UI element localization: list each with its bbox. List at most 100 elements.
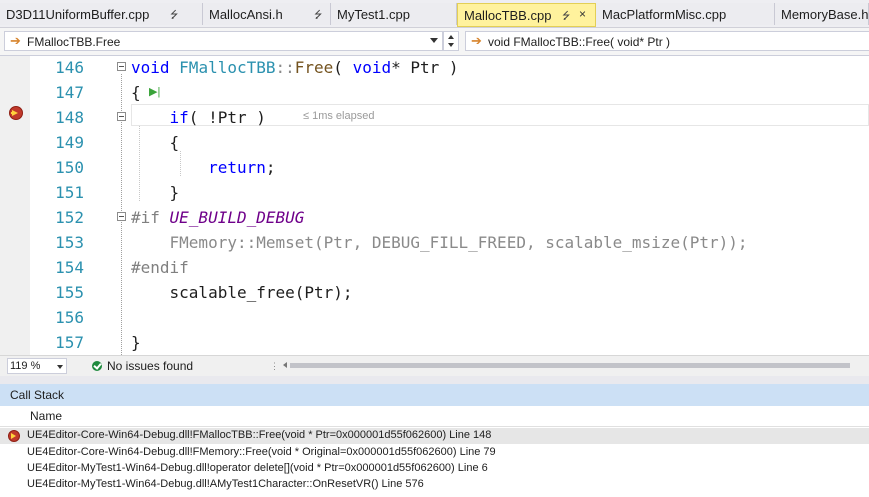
- code-text: void FMallocTBB::Free( void* Ptr ): [131, 58, 459, 77]
- code-line[interactable]: 148 if( !Ptr ): [0, 106, 869, 131]
- code-line[interactable]: 155 scalable_free(Ptr);: [0, 281, 869, 306]
- line-number: 150: [55, 158, 84, 177]
- code-line[interactable]: 146 void FMallocTBB::Free( void* Ptr ): [0, 56, 869, 81]
- stack-frame-row[interactable]: UE4Editor-MyTest1-Win64-Debug.dll!AMyTes…: [0, 477, 869, 493]
- line-number: 157: [55, 333, 84, 352]
- code-token: ::: [275, 58, 295, 77]
- code-token: {: [131, 133, 180, 152]
- scope-dropdown[interactable]: ➔ FMallocTBB.Free: [4, 31, 443, 51]
- collapse-icon[interactable]: [117, 212, 126, 221]
- code-token: {: [131, 83, 141, 102]
- pin-icon[interactable]: ⭍: [170, 8, 178, 25]
- code-token: Free: [294, 58, 334, 77]
- close-icon[interactable]: ×: [579, 7, 586, 21]
- code-line[interactable]: 149 {: [0, 131, 869, 156]
- stack-frame-row[interactable]: UE4Editor-Core-Win64-Debug.dll!FMemory::…: [0, 445, 869, 461]
- scope-spinner[interactable]: [443, 31, 459, 51]
- line-number: 148: [55, 108, 84, 127]
- code-text: }: [131, 333, 141, 352]
- code-token: ::: [236, 233, 257, 252]
- code-token: * Ptr ): [391, 58, 459, 77]
- editor-status-strip: 119 % No issues found ⋮: [0, 355, 869, 376]
- issues-status[interactable]: No issues found: [107, 359, 193, 373]
- stack-frame-row[interactable]: UE4Editor-MyTest1-Win64-Debug.dll!operat…: [0, 461, 869, 477]
- code-text: return;: [131, 158, 276, 177]
- grip-icon[interactable]: ⋮: [270, 361, 279, 372]
- code-line[interactable]: 153 FMemory::Memset(Ptr, DEBUG_FILL_FREE…: [0, 231, 869, 256]
- scroll-left-icon[interactable]: [283, 362, 287, 368]
- call-stack-title-bar[interactable]: Call Stack: [0, 384, 869, 406]
- tab-label: MyTest1.cpp: [337, 7, 410, 22]
- chevron-up-icon[interactable]: [448, 35, 454, 39]
- arrow-right-icon: ➔: [10, 33, 21, 48]
- code-token: ( !Ptr ): [188, 108, 266, 127]
- code-token: void: [352, 58, 392, 77]
- code-line[interactable]: 156: [0, 306, 869, 331]
- line-number: 154: [55, 258, 84, 277]
- code-token: }: [131, 183, 180, 202]
- chevron-down-icon: [57, 365, 63, 369]
- code-text: {: [131, 83, 141, 102]
- line-number: 151: [55, 183, 84, 202]
- tab-macplatformmisc[interactable]: MacPlatformMisc.cpp: [596, 3, 775, 25]
- code-token: ;: [265, 158, 276, 177]
- tab-label: MemoryBase.h: [781, 7, 869, 22]
- line-number: 149: [55, 133, 84, 152]
- chevron-down-icon[interactable]: [448, 43, 454, 47]
- stack-frame-row[interactable]: UE4Editor-Core-Win64-Debug.dll!FMallocTB…: [0, 428, 869, 444]
- code-text: #if UE_BUILD_DEBUG: [131, 208, 304, 227]
- code-token: (: [333, 58, 353, 77]
- code-token: return: [208, 158, 266, 177]
- zoom-value: 119 %: [10, 360, 41, 372]
- code-line[interactable]: 152 #if UE_BUILD_DEBUG: [0, 206, 869, 231]
- collapse-icon[interactable]: [117, 62, 126, 71]
- tab-label: D3D11UniformBuffer.cpp: [6, 7, 150, 22]
- stack-frame-text: UE4Editor-MyTest1-Win64-Debug.dll!AMyTes…: [27, 478, 424, 490]
- tab-label: MallocTBB.cpp: [464, 8, 552, 23]
- code-text: if( !Ptr ): [131, 108, 266, 127]
- tab-mytest1[interactable]: MyTest1.cpp: [331, 3, 457, 25]
- check-circle-icon: [92, 361, 102, 371]
- code-text: FMemory::Memset(Ptr, DEBUG_FILL_FREED, s…: [131, 233, 748, 252]
- collapse-icon[interactable]: [117, 112, 126, 121]
- line-number: 156: [55, 308, 84, 327]
- code-line[interactable]: 151 }: [0, 181, 869, 206]
- tab-mallocansi[interactable]: MallocAnsi.h ⭍: [203, 3, 331, 25]
- stack-frame-text: UE4Editor-Core-Win64-Debug.dll!FMemory::…: [27, 446, 496, 458]
- code-token: UE_BUILD_DEBUG: [169, 208, 305, 227]
- code-text: {: [131, 133, 180, 152]
- column-header[interactable]: Name: [0, 406, 869, 427]
- zoom-dropdown[interactable]: 119 %: [7, 358, 67, 374]
- code-token: #if: [131, 208, 170, 227]
- horizontal-scrollbar[interactable]: ⋮: [270, 360, 869, 371]
- code-line[interactable]: 154 #endif: [0, 256, 869, 281]
- scrollbar-thumb[interactable]: [290, 363, 850, 368]
- line-number: 147: [55, 83, 84, 102]
- code-token: void: [131, 58, 170, 77]
- code-editor[interactable]: ▶| ≤ 1ms elapsed 146 void FMallocTBB::Fre…: [0, 56, 869, 355]
- panel-splitter[interactable]: [0, 376, 869, 384]
- member-dropdown[interactable]: ➔ void FMallocTBB::Free( void* Ptr ): [465, 31, 869, 51]
- pin-icon[interactable]: ⭍: [314, 8, 322, 25]
- line-number: 146: [55, 58, 84, 77]
- column-name-label: Name: [30, 409, 63, 423]
- tab-d3d11uniformbuffer[interactable]: D3D11UniformBuffer.cpp ⭍: [0, 3, 203, 25]
- code-token: FMemory: [131, 233, 237, 252]
- scope-dropdown-value: FMallocTBB.Free: [27, 35, 121, 49]
- chevron-down-icon: [430, 38, 438, 43]
- code-token: Memset(Ptr, DEBUG_FILL_FREED, scalable_m…: [256, 233, 748, 252]
- code-token: FMallocTBB: [179, 58, 276, 77]
- line-number: 155: [55, 283, 84, 302]
- code-line[interactable]: 147 {: [0, 81, 869, 106]
- code-token: }: [131, 333, 141, 352]
- tab-memorybase[interactable]: MemoryBase.h: [775, 3, 869, 25]
- stack-frame-text: UE4Editor-Core-Win64-Debug.dll!FMallocTB…: [27, 429, 492, 441]
- call-stack-panel: Call Stack Name UE4Editor-Core-Win64-Deb…: [0, 384, 869, 497]
- code-line[interactable]: 150 return;: [0, 156, 869, 181]
- code-line[interactable]: 157}: [0, 331, 869, 355]
- tab-malloctbb[interactable]: MallocTBB.cpp ⭍ ×: [457, 3, 596, 27]
- pin-icon[interactable]: ⭍: [562, 9, 570, 26]
